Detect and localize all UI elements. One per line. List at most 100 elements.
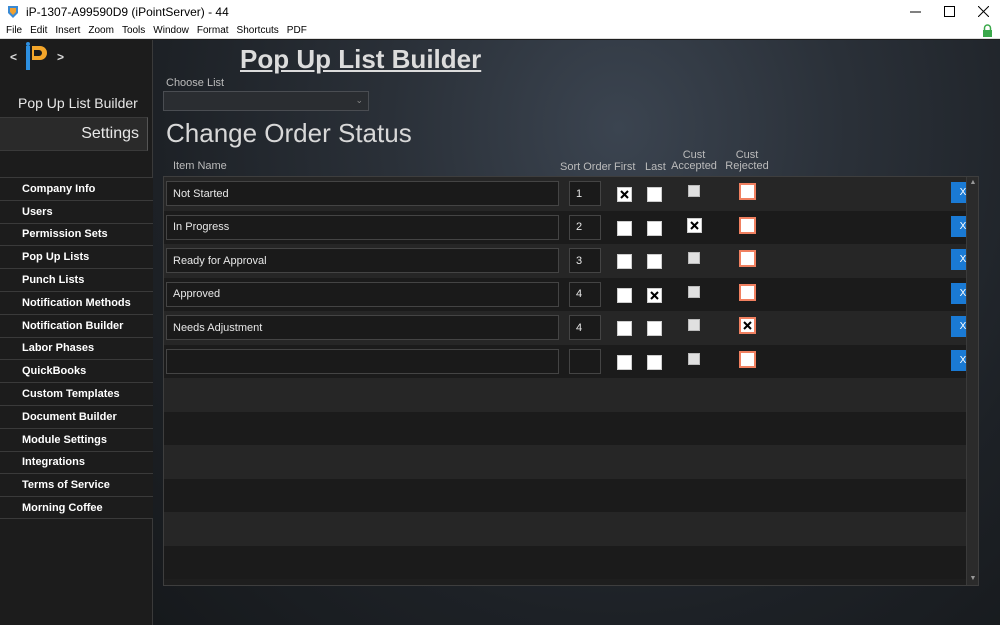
last-checkbox[interactable] [647, 287, 662, 303]
menu-edit[interactable]: Edit [30, 25, 47, 36]
col-header-item-name: Item Name [173, 160, 227, 172]
table-row: Ready for Approval 3 X [164, 244, 975, 278]
sidebar-item-notification-methods[interactable]: Notification Methods [0, 290, 153, 314]
first-checkbox[interactable] [617, 187, 632, 202]
cust-accepted-checkbox[interactable] [688, 185, 700, 197]
cust-accepted-checkbox[interactable] [688, 352, 700, 365]
logo-row: < > [0, 40, 153, 76]
sidebar-item-module-settings[interactable]: Module Settings [0, 427, 153, 451]
sidebar-item-permission-sets[interactable]: Permission Sets [0, 222, 153, 246]
item-name-field[interactable]: Not Started [166, 181, 559, 206]
scroll-down-icon[interactable]: ▼ [968, 574, 978, 584]
last-checkbox[interactable] [647, 187, 662, 202]
sort-order-field[interactable]: 3 [569, 248, 601, 273]
item-name-field[interactable]: Approved [166, 281, 559, 307]
col-header-cust-accepted: Cust Accepted [668, 150, 720, 172]
sort-order-field[interactable] [569, 348, 601, 374]
prev-arrow[interactable]: < [10, 50, 17, 64]
last-checkbox[interactable] [647, 321, 662, 336]
maximize-button[interactable] [932, 0, 966, 23]
check-x-icon [620, 190, 629, 199]
close-button[interactable] [966, 0, 1000, 23]
sidebar-item-morning-coffee[interactable]: Morning Coffee [0, 496, 153, 519]
sidebar-item-document-builder[interactable]: Document Builder [0, 404, 153, 428]
sidebar-item-company-info[interactable]: Company Info [0, 177, 153, 200]
sidebar-item-punch-lists[interactable]: Punch Lists [0, 268, 153, 291]
cust-rejected-checkbox[interactable] [739, 317, 756, 334]
table-row: Not Started 1 X [164, 177, 975, 211]
sidebar-item-terms-of-service[interactable]: Terms of Service [0, 473, 153, 497]
first-checkbox[interactable] [617, 220, 632, 236]
first-checkbox[interactable] [617, 287, 632, 303]
settings-header[interactable]: Settings [0, 117, 148, 151]
sidebar-section-title: Pop Up List Builder [18, 95, 138, 111]
cust-accepted-checkbox[interactable] [688, 252, 700, 264]
sidebar-item-custom-templates[interactable]: Custom Templates [0, 382, 153, 405]
item-name-field[interactable]: Ready for Approval [166, 248, 559, 273]
menu-bar: File Edit Insert Zoom Tools Window Forma… [0, 23, 1000, 39]
cust-rejected-checkbox[interactable] [739, 183, 756, 200]
table-row: In Progress 2 X [164, 210, 975, 244]
list-title: Change Order Status [166, 118, 412, 148]
sort-order-field[interactable]: 4 [569, 315, 601, 340]
sort-order-field[interactable]: 2 [569, 214, 601, 240]
item-name-field[interactable]: Needs Adjustment [166, 315, 559, 340]
empty-row [164, 445, 968, 479]
cust-rejected-checkbox[interactable] [739, 350, 756, 368]
first-checkbox[interactable] [617, 254, 632, 269]
last-checkbox[interactable] [647, 354, 662, 370]
sort-order-field[interactable]: 1 [569, 181, 601, 206]
sidebar-item-labor-phases[interactable]: Labor Phases [0, 336, 153, 360]
menu-pdf[interactable]: PDF [287, 25, 307, 36]
col-header-cust-accepted-line2: Accepted [671, 160, 717, 172]
sidebar-item-users[interactable]: Users [0, 199, 153, 223]
minimize-icon [909, 11, 921, 13]
cust-rejected-checkbox[interactable] [739, 216, 756, 234]
item-name-field[interactable] [166, 348, 559, 374]
menu-zoom[interactable]: Zoom [88, 25, 114, 36]
empty-row [164, 478, 968, 512]
chevron-down-icon: ⌄ [355, 95, 363, 105]
menu-window[interactable]: Window [153, 25, 189, 36]
next-arrow[interactable]: > [57, 50, 64, 64]
last-checkbox[interactable] [647, 254, 662, 269]
choose-list-dropdown[interactable]: ⌄ [163, 91, 369, 111]
lock-icon [983, 24, 992, 37]
sort-order-field[interactable]: 4 [569, 281, 601, 307]
cust-accepted-checkbox[interactable] [687, 217, 702, 233]
sidebar-item-integrations[interactable]: Integrations [0, 450, 153, 474]
table-row: Approved 4 X [164, 277, 975, 311]
sidebar-item-pop-up-lists[interactable]: Pop Up Lists [0, 245, 153, 269]
first-checkbox[interactable] [617, 321, 632, 336]
table-row: X [164, 344, 975, 378]
cust-rejected-checkbox[interactable] [739, 283, 756, 301]
scroll-up-icon[interactable]: ▲ [968, 178, 978, 188]
choose-list-label: Choose List [166, 77, 225, 89]
cust-rejected-checkbox[interactable] [739, 250, 756, 267]
title-bar: iP-1307-A99590D9 (iPointServer) - 44 [0, 0, 1000, 23]
menu-shortcuts[interactable]: Shortcuts [237, 25, 279, 36]
page-title: Pop Up List Builder [240, 44, 482, 74]
table-row: Needs Adjustment 4 X [164, 311, 975, 345]
cust-accepted-checkbox[interactable] [688, 319, 700, 331]
maximize-icon [943, 6, 955, 17]
minimize-button[interactable] [898, 0, 932, 23]
last-checkbox[interactable] [647, 220, 662, 236]
cust-accepted-checkbox[interactable] [688, 285, 700, 298]
main-panel: Pop Up List Builder Choose List ⌄ Change… [153, 40, 1000, 625]
col-header-cust-rejected-line2: Rejected [725, 160, 769, 172]
menu-insert[interactable]: Insert [55, 25, 80, 36]
first-checkbox[interactable] [617, 354, 632, 370]
col-header-cust-rejected: Cust Rejected [723, 150, 771, 172]
col-header-last: Last [645, 161, 666, 173]
empty-row [164, 378, 968, 412]
item-name-field[interactable]: In Progress [166, 214, 559, 240]
sidebar-item-quickbooks[interactable]: QuickBooks [0, 359, 153, 383]
menu-tools[interactable]: Tools [122, 25, 145, 36]
table-scrollbar[interactable]: ▲ ▼ [966, 177, 978, 585]
menu-file[interactable]: File [6, 25, 22, 36]
sidebar-nav: Company Info Users Permission Sets Pop U… [0, 177, 153, 519]
menu-format[interactable]: Format [197, 25, 229, 36]
check-x-icon [650, 290, 659, 300]
sidebar-item-notification-builder[interactable]: Notification Builder [0, 313, 153, 337]
